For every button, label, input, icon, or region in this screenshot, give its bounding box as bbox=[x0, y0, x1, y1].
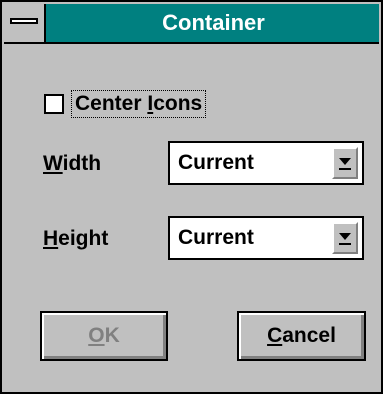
ok-button[interactable]: OK bbox=[40, 311, 168, 361]
title-bar[interactable]: Container bbox=[4, 4, 379, 44]
dropdown-arrow-icon[interactable] bbox=[332, 147, 358, 179]
container-dialog: Container Center Icons Width Current Hei… bbox=[0, 0, 383, 394]
center-icons-checkbox-row[interactable]: Center Icons bbox=[44, 89, 207, 119]
width-label: Width bbox=[43, 152, 102, 175]
system-menu-icon[interactable] bbox=[4, 4, 46, 42]
height-select-value: Current bbox=[178, 226, 254, 249]
width-select-value: Current bbox=[178, 151, 254, 174]
center-icons-checkbox[interactable] bbox=[44, 94, 64, 114]
dropdown-arrow-icon[interactable] bbox=[332, 222, 358, 254]
cancel-button-label: Cancel bbox=[267, 324, 336, 347]
height-label: Height bbox=[43, 227, 109, 250]
cancel-button[interactable]: Cancel bbox=[237, 311, 366, 361]
window-title: Container bbox=[162, 10, 265, 35]
width-select[interactable]: Current bbox=[168, 141, 364, 185]
center-icons-label[interactable]: Center Icons bbox=[71, 90, 207, 118]
height-select[interactable]: Current bbox=[168, 216, 364, 260]
ok-button-label: OK bbox=[88, 324, 120, 347]
